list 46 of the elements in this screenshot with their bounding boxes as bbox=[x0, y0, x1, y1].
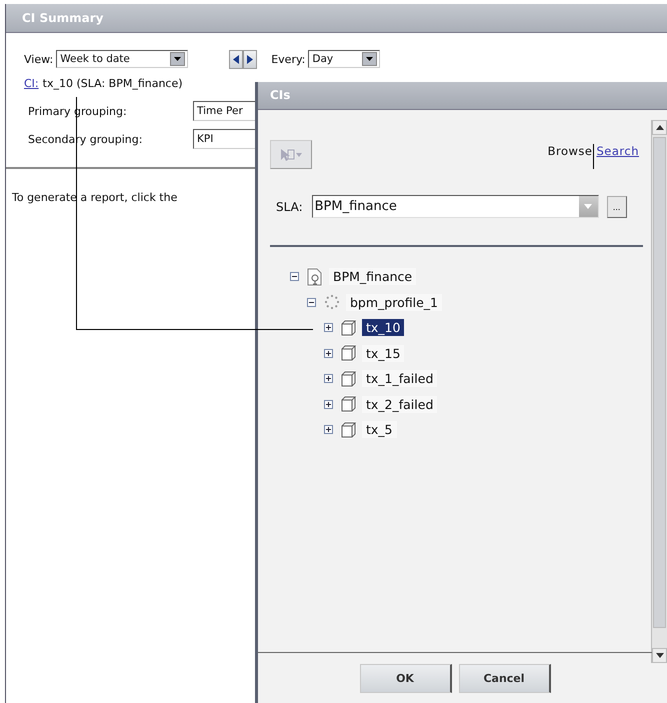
more-button[interactable]: ... bbox=[606, 196, 627, 218]
tree-item[interactable]: tx_15 bbox=[362, 344, 404, 362]
every-dropdown[interactable]: Day bbox=[308, 50, 380, 68]
left-triangle-icon bbox=[233, 54, 240, 64]
sla-dropdown[interactable]: BPM_finance bbox=[312, 195, 599, 218]
view-dropdown[interactable]: Week to date bbox=[56, 50, 188, 68]
scroll-down-icon[interactable] bbox=[652, 648, 667, 663]
sla-label: SLA: bbox=[276, 200, 303, 214]
search-link[interactable]: Search bbox=[593, 144, 639, 169]
previous-button[interactable] bbox=[229, 50, 244, 68]
tree-item[interactable]: tx_1_failed bbox=[362, 370, 438, 388]
cube-icon bbox=[341, 370, 356, 387]
expand-icon[interactable] bbox=[324, 374, 333, 384]
view-label: View: bbox=[24, 52, 54, 66]
tree-item[interactable]: tx_5 bbox=[362, 421, 397, 438]
hint-text: To generate a report, click the bbox=[12, 191, 178, 204]
expand-icon[interactable] bbox=[324, 323, 333, 332]
collapse-icon[interactable] bbox=[307, 298, 316, 307]
ci-value: tx_10 (SLA: BPM_finance) bbox=[42, 76, 183, 90]
next-button[interactable] bbox=[243, 50, 258, 68]
tree-item[interactable]: BPM_finance bbox=[329, 268, 416, 286]
scroll-up-icon[interactable] bbox=[652, 120, 667, 135]
dialog-button[interactable]: OK bbox=[360, 664, 452, 692]
scrollbar[interactable] bbox=[651, 120, 667, 663]
ci-link[interactable]: CI: bbox=[24, 76, 39, 90]
collapse-icon[interactable] bbox=[290, 272, 299, 282]
dialog-button[interactable]: Cancel bbox=[458, 664, 550, 692]
expand-icon[interactable] bbox=[324, 425, 333, 434]
expand-icon[interactable] bbox=[324, 348, 333, 358]
cube-icon bbox=[341, 396, 356, 412]
panel-title: CI Summary bbox=[6, 4, 667, 33]
right-triangle-icon bbox=[247, 54, 254, 64]
tree-item[interactable]: tx_2_failed bbox=[362, 396, 438, 413]
dialog-title: CIs bbox=[258, 82, 667, 110]
pointer-list-icon bbox=[280, 148, 302, 162]
cube-icon bbox=[341, 422, 356, 438]
browse-mode[interactable]: Browse bbox=[548, 144, 592, 169]
scroll-thumb[interactable] bbox=[653, 137, 666, 628]
document-icon bbox=[307, 268, 323, 286]
dotted-circle-icon bbox=[324, 294, 340, 310]
every-label: Every: bbox=[271, 52, 306, 66]
expand-icon[interactable] bbox=[324, 400, 333, 409]
cube-icon bbox=[341, 345, 356, 362]
tree-item[interactable]: bpm_profile_1 bbox=[346, 294, 442, 311]
cube-icon bbox=[341, 320, 356, 336]
tree-item[interactable]: tx_10 bbox=[362, 319, 404, 336]
